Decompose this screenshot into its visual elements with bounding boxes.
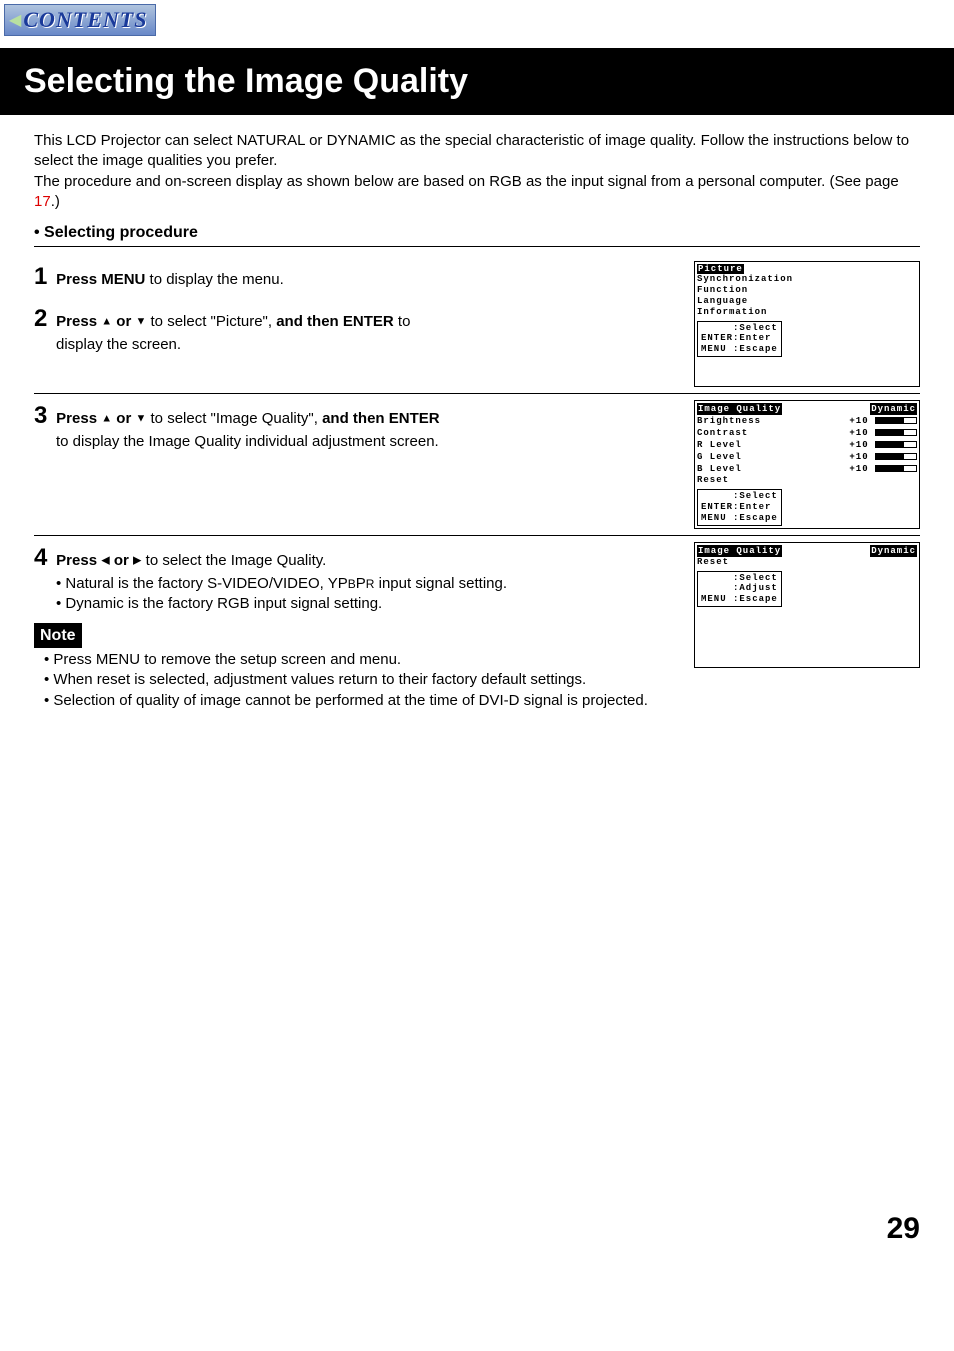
s3b: or (112, 410, 135, 427)
note-1: • Press MENU to remove the setup screen … (44, 650, 684, 670)
page-number: 29 (0, 1212, 954, 1266)
s4b: or (110, 552, 133, 569)
step-4: 4 Press ◀ or ▶ to select the Image Quali… (34, 542, 684, 615)
note-label: Note (34, 623, 82, 649)
intro-p2a: The procedure and on-screen display as s… (34, 173, 899, 190)
intro-text: This LCD Projector can select NATURAL or… (34, 131, 920, 212)
contents-button[interactable]: ◀ CONTENTS (4, 4, 156, 36)
page-link-17[interactable]: 17 (34, 193, 51, 210)
notes-list: • Press MENU to remove the setup screen … (34, 650, 684, 711)
s3a: Press (56, 410, 101, 427)
back-triangle-icon: ◀ (9, 10, 21, 30)
up-arrow-icon: ▲ (101, 412, 112, 424)
note-2: • When reset is selected, adjustment val… (44, 670, 684, 690)
s4-bullet1: • Natural is the factory S-VIDEO/VIDEO, … (34, 575, 507, 592)
step1-bold: Press MENU (56, 271, 145, 288)
step-num-4: 4 (34, 542, 52, 574)
s4-bullet2: • Dynamic is the factory RGB input signa… (34, 595, 382, 612)
intro-p1: This LCD Projector can select NATURAL or… (34, 132, 909, 169)
osd-screen-1: Picture Synchronization Function Languag… (694, 261, 920, 387)
s2d: and then ENTER (276, 313, 394, 330)
step-3: 3 Press ▲ or ▼ to select "Image Quality"… (34, 400, 694, 453)
s4a: Press (56, 552, 101, 569)
s4c: to select the (142, 552, 231, 569)
step-num-3: 3 (34, 400, 52, 432)
osd-screen-3: Image QualityDynamic Reset :Select :Adju… (694, 542, 920, 668)
contents-label: CONTENTS (23, 7, 147, 33)
step-num-2: 2 (34, 303, 52, 335)
s4d: Image Quality (231, 552, 322, 569)
s3c: to select "Image Quality", (146, 410, 322, 427)
down-arrow-icon: ▼ (135, 412, 146, 424)
step-num-1: 1 (34, 261, 52, 293)
page-title: Selecting the Image Quality (24, 62, 930, 101)
s4e: . (322, 552, 326, 569)
step1-rest: to display the menu. (145, 271, 283, 288)
down-arrow-icon: ▼ (135, 316, 146, 328)
page-title-bar: Selecting the Image Quality (0, 48, 954, 115)
s2a: Press (56, 313, 101, 330)
step-2: 2 Press ▲ or ▼ to select "Picture", and … (34, 303, 684, 356)
s2e: to (394, 313, 411, 330)
step-1: 1 Press MENU to display the menu. (34, 261, 684, 293)
osd-screen-2: Image QualityDynamic Brightness+10 Contr… (694, 400, 920, 529)
up-arrow-icon: ▲ (101, 316, 112, 328)
intro-p2b: .) (51, 193, 60, 210)
s2b: or (112, 313, 135, 330)
s2c: to select "Picture", (146, 313, 276, 330)
right-arrow-icon: ▶ (133, 554, 141, 566)
note-3: • Selection of quality of image cannot b… (44, 691, 684, 711)
section-heading: • Selecting procedure (34, 222, 920, 247)
left-arrow-icon: ◀ (101, 554, 109, 566)
s2-line2: display the screen. (34, 336, 181, 353)
s3-line2: to display the Image Quality individual … (34, 433, 439, 450)
s3d: and then ENTER (322, 410, 440, 427)
